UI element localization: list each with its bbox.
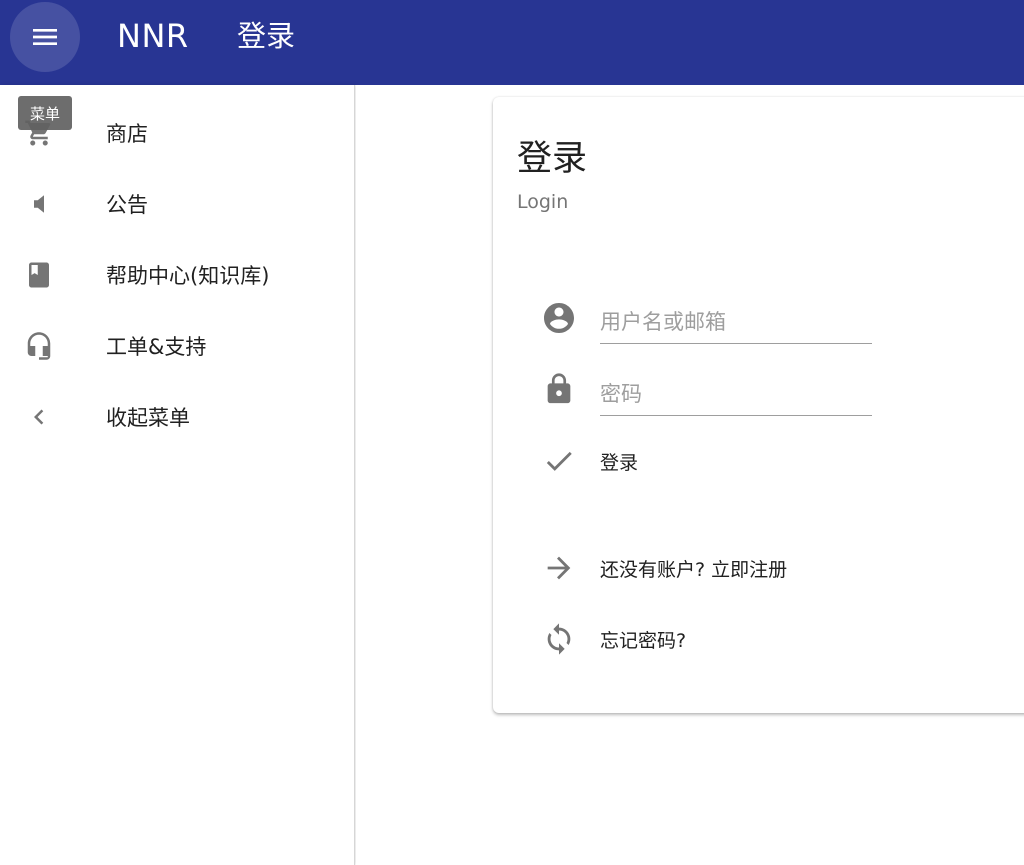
forgot-password-link[interactable]: 忘记密码? xyxy=(493,611,913,667)
arrow-right-icon xyxy=(541,550,577,586)
headset-icon xyxy=(24,331,54,361)
chevron-left-icon xyxy=(24,402,54,432)
app-title[interactable]: NNR xyxy=(117,16,189,56)
speaker-icon xyxy=(24,189,54,219)
login-card: 登录 Login 登录 还没有账户? 立即注册 xyxy=(493,97,1024,713)
page-title: 登录 xyxy=(237,19,296,53)
app-bar: NNR 登录 xyxy=(0,0,1024,85)
sidebar-item-label: 帮助中心(知识库) xyxy=(106,263,270,288)
login-title: 登录 xyxy=(517,139,588,179)
refresh-icon xyxy=(541,621,577,657)
sidebar: 商店 公告 帮助中心(知识库) 工单&支持 收起菜单 xyxy=(0,85,355,865)
check-icon xyxy=(541,443,577,479)
sidebar-item-label: 商店 xyxy=(106,121,148,146)
hamburger-icon xyxy=(33,29,57,45)
username-input[interactable] xyxy=(600,300,872,344)
sidebar-item-help-center[interactable]: 帮助中心(知识库) xyxy=(0,239,355,310)
lock-icon xyxy=(541,371,577,407)
register-label: 还没有账户? 立即注册 xyxy=(600,559,788,581)
login-submit-label: 登录 xyxy=(600,452,639,474)
password-input[interactable] xyxy=(600,372,872,416)
sidebar-item-label: 收起菜单 xyxy=(106,405,190,430)
login-submit-button[interactable]: 登录 xyxy=(493,433,913,489)
login-subtitle: Login xyxy=(517,191,569,213)
menu-tooltip: 菜单 xyxy=(18,96,72,130)
register-link[interactable]: 还没有账户? 立即注册 xyxy=(493,540,913,596)
sidebar-item-announcements[interactable]: 公告 xyxy=(0,168,355,239)
forgot-password-label: 忘记密码? xyxy=(600,630,687,652)
book-icon xyxy=(24,260,54,290)
sidebar-item-label: 公告 xyxy=(106,192,148,217)
sidebar-item-tickets[interactable]: 工单&支持 xyxy=(0,310,355,381)
sidebar-item-collapse[interactable]: 收起菜单 xyxy=(0,381,355,452)
menu-button[interactable] xyxy=(10,2,80,72)
sidebar-item-label: 工单&支持 xyxy=(106,334,207,359)
account-circle-icon xyxy=(541,300,577,336)
